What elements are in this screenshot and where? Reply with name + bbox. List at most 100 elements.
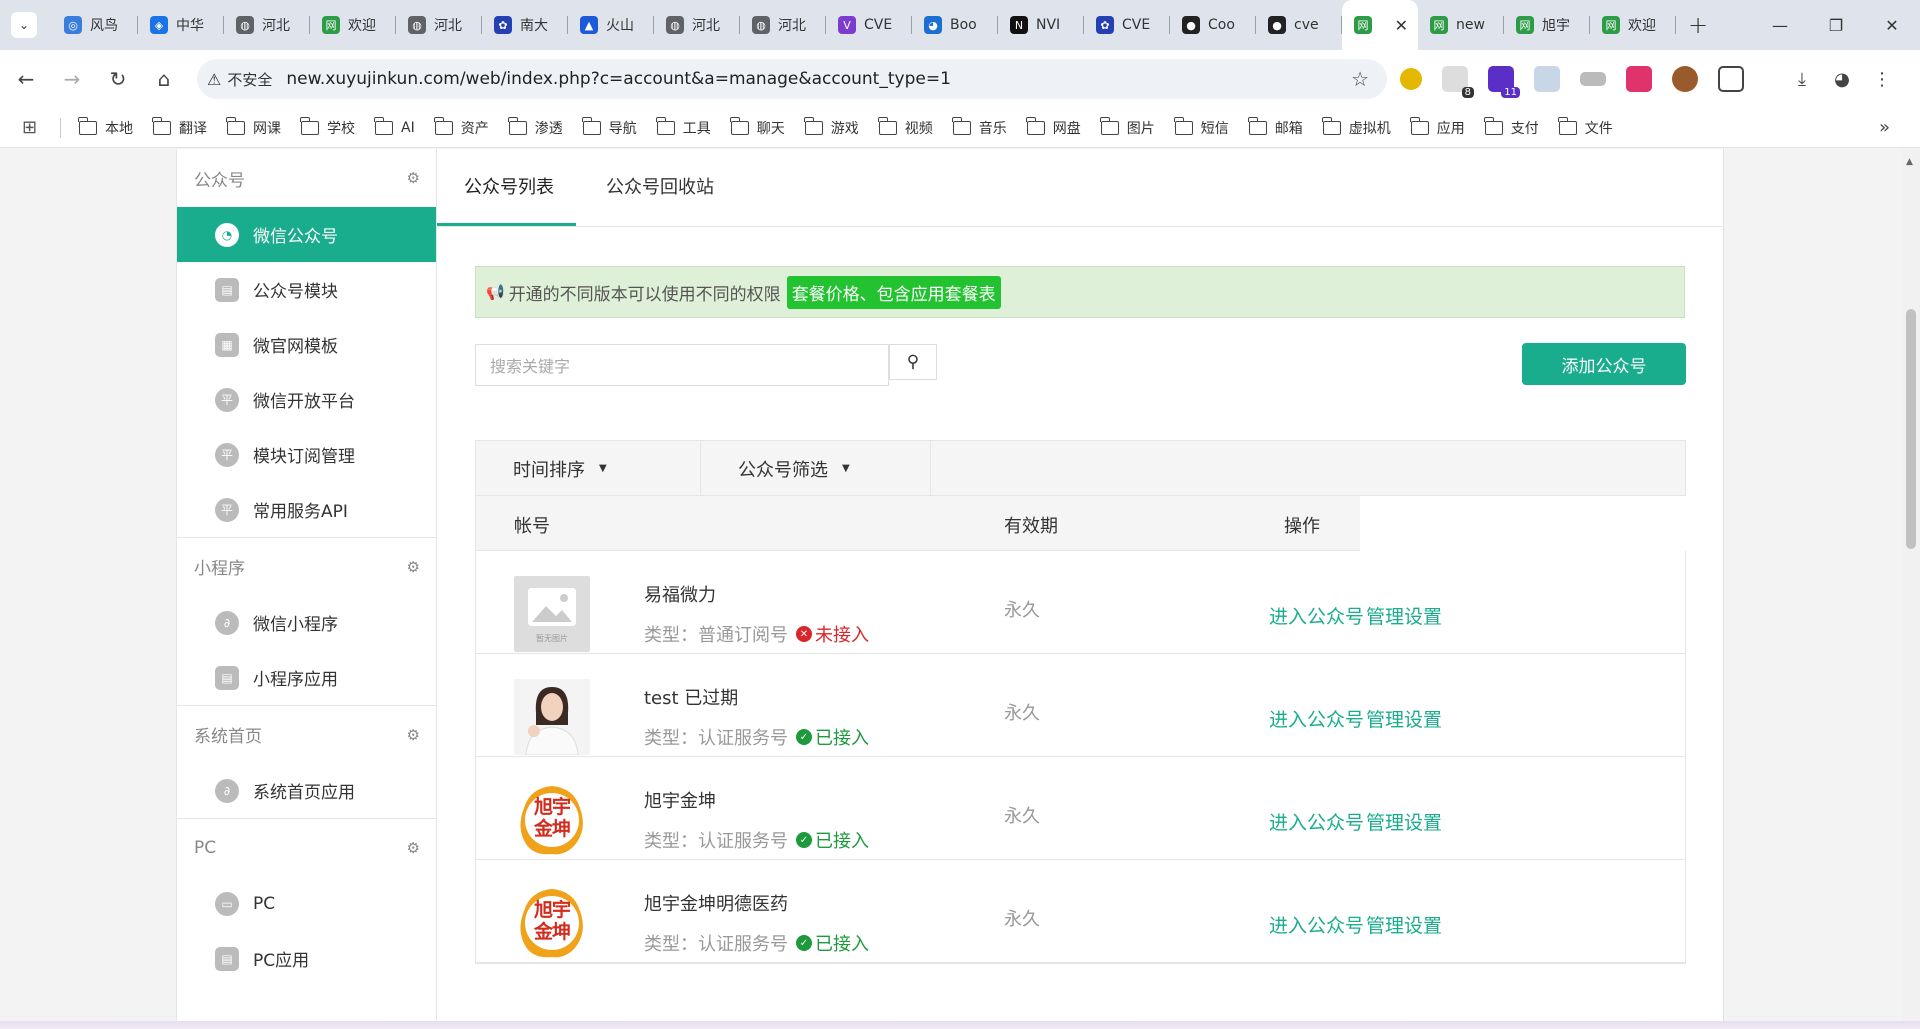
sort-by-time-dropdown[interactable]: 时间排序 ▼: [476, 441, 701, 496]
search-button[interactable]: ⚲: [889, 344, 937, 380]
scrollbar-thumb[interactable]: [1906, 309, 1916, 549]
warning-icon[interactable]: ⚠: [207, 70, 221, 89]
bookmark-folder[interactable]: 短信: [1174, 116, 1229, 138]
search-input[interactable]: 搜索关键字: [475, 344, 889, 386]
bookmark-folder[interactable]: 聊天: [730, 116, 785, 138]
bookmark-folder[interactable]: 音乐: [952, 116, 1007, 138]
restore-icon[interactable]: ❐: [1808, 0, 1864, 50]
account-name[interactable]: 易福微力: [644, 581, 716, 607]
browser-tab[interactable]: ✿ CVE: [1084, 0, 1170, 50]
sidebar-item[interactable]: ∂ 微信小程序: [177, 595, 436, 650]
bookmark-folder[interactable]: 虚拟机: [1322, 116, 1391, 138]
manage-settings-link[interactable]: 管理设置: [1366, 602, 1442, 629]
extension-translate-icon[interactable]: [1626, 66, 1652, 92]
browser-tab[interactable]: N NVI: [998, 0, 1084, 50]
bookmark-folder[interactable]: 网盘: [1026, 116, 1081, 138]
browser-tab[interactable]: 网欢迎: [310, 0, 396, 50]
manage-settings-link[interactable]: 管理设置: [1366, 705, 1442, 732]
extensions-puzzle-icon[interactable]: [1718, 66, 1744, 92]
gear-icon[interactable]: ⚙: [407, 726, 420, 744]
sidebar-item[interactable]: ▤ 小程序应用: [177, 650, 436, 705]
manage-settings-link[interactable]: 管理设置: [1366, 911, 1442, 938]
enter-account-link[interactable]: 进入公众号: [1269, 602, 1364, 629]
account-name[interactable]: 旭宇金坤: [644, 787, 716, 813]
browser-tab[interactable]: ● Coo: [1170, 0, 1256, 50]
browser-tab[interactable]: ◈ 中华: [138, 0, 224, 50]
browser-tab[interactable]: 网旭宇: [1504, 0, 1590, 50]
insecure-label[interactable]: 不安全: [227, 69, 272, 90]
account-name[interactable]: test 已过期: [644, 684, 738, 710]
browser-tab[interactable]: ◍ 河北: [740, 0, 826, 50]
bookmark-folder[interactable]: 资产: [434, 116, 489, 138]
bookmark-folder[interactable]: 本地: [78, 116, 133, 138]
menu-kebab-icon[interactable]: ⋮: [1862, 69, 1902, 90]
tab-recycle-bin[interactable]: 公众号回收站: [606, 173, 714, 199]
sidebar-item[interactable]: 平模块订阅管理: [177, 427, 436, 482]
browser-tab[interactable]: 网 new: [1418, 0, 1504, 50]
bookmark-folder[interactable]: 网课: [226, 116, 281, 138]
bookmark-star-icon[interactable]: ☆: [1351, 67, 1369, 91]
bookmark-folder[interactable]: 支付: [1484, 116, 1539, 138]
tab-account-list[interactable]: 公众号列表: [464, 173, 554, 199]
sidebar-item[interactable]: ▤ 公众号模块: [177, 262, 436, 317]
browser-tab[interactable]: 网欢迎: [1590, 0, 1676, 50]
enter-account-link[interactable]: 进入公众号: [1269, 911, 1364, 938]
account-name[interactable]: 旭宇金坤明德医药: [644, 890, 788, 916]
download-icon[interactable]: ⤓: [1782, 69, 1822, 90]
browser-tab[interactable]: ◍ 河北: [654, 0, 740, 50]
bookmark-folder[interactable]: 翻译: [152, 116, 207, 138]
bookmark-folder[interactable]: 渗透: [508, 116, 563, 138]
browser-tab[interactable]: ◕ Boo: [912, 0, 998, 50]
back-icon[interactable]: ←: [6, 59, 46, 99]
close-window-icon[interactable]: ✕: [1864, 0, 1920, 50]
extension-coin-icon[interactable]: [1400, 68, 1422, 90]
vertical-scrollbar[interactable]: ▲: [1902, 149, 1920, 1029]
bookmark-folder[interactable]: 图片: [1100, 116, 1155, 138]
apps-grid-icon[interactable]: ⊞: [22, 117, 44, 138]
tab-search-chevron-icon[interactable]: ⌄: [11, 12, 37, 38]
browser-tab[interactable]: ◍ 河北: [396, 0, 482, 50]
extension-hat-icon[interactable]: 11: [1488, 66, 1520, 98]
browser-tab[interactable]: 网 ✕: [1342, 0, 1418, 50]
bookmark-folder[interactable]: 导航: [582, 116, 637, 138]
bookmarks-overflow-icon[interactable]: »: [1879, 117, 1890, 138]
gear-icon[interactable]: ⚙: [407, 169, 420, 187]
enter-account-link[interactable]: 进入公众号: [1269, 705, 1364, 732]
home-icon[interactable]: ⌂: [144, 59, 184, 99]
minimize-icon[interactable]: —: [1752, 0, 1808, 50]
browser-tab[interactable]: ▲ 火山: [568, 0, 654, 50]
profile-avatar[interactable]: ◕: [1822, 69, 1862, 90]
extension-cookie-icon[interactable]: [1672, 66, 1698, 92]
browser-tab[interactable]: ● cve: [1256, 0, 1342, 50]
forward-icon[interactable]: →: [52, 59, 92, 99]
sidebar-item[interactable]: ▦ 微官网模板: [177, 317, 436, 372]
bookmark-folder[interactable]: 文件: [1558, 116, 1613, 138]
new-tab-button[interactable]: +: [1688, 11, 1708, 39]
bookmark-folder[interactable]: AI: [374, 116, 415, 138]
sidebar-item[interactable]: ▤ PC应用: [177, 931, 436, 986]
extension-hourglass-icon[interactable]: [1534, 66, 1560, 92]
sidebar-item[interactable]: 平常用服务API: [177, 482, 436, 537]
bookmark-folder[interactable]: 应用: [1410, 116, 1465, 138]
scroll-up-icon[interactable]: ▲: [1906, 157, 1913, 167]
browser-tab[interactable]: ✿ 南大: [482, 0, 568, 50]
pricing-link[interactable]: 套餐价格、包含应用套餐表: [786, 275, 1001, 309]
url-text[interactable]: new.xuyujinkun.com/web/index.php?c=accou…: [286, 69, 951, 89]
extension-qr-icon[interactable]: 8: [1442, 66, 1474, 98]
address-bar[interactable]: ⚠ 不安全 new.xuyujinkun.com/web/index.php?c…: [197, 59, 1387, 99]
extension-bar-icon[interactable]: [1580, 72, 1606, 86]
bookmark-folder[interactable]: 视频: [878, 116, 933, 138]
bookmark-folder[interactable]: 游戏: [804, 116, 859, 138]
sidebar-item[interactable]: ▭ PC: [177, 876, 436, 931]
gear-icon[interactable]: ⚙: [407, 558, 420, 576]
browser-tab[interactable]: V CVE: [826, 0, 912, 50]
sidebar-item[interactable]: ∂ 系统首页应用: [177, 763, 436, 818]
reload-icon[interactable]: ↻: [98, 59, 138, 99]
tab-close-icon[interactable]: ✕: [1395, 16, 1408, 35]
sidebar-item[interactable]: 平微信开放平台: [177, 372, 436, 427]
bookmark-folder[interactable]: 邮箱: [1248, 116, 1303, 138]
gear-icon[interactable]: ⚙: [407, 839, 420, 857]
account-filter-dropdown[interactable]: 公众号筛选 ▼: [701, 441, 931, 496]
bookmark-folder[interactable]: 学校: [300, 116, 355, 138]
browser-tab[interactable]: ◎ 风鸟: [52, 0, 138, 50]
